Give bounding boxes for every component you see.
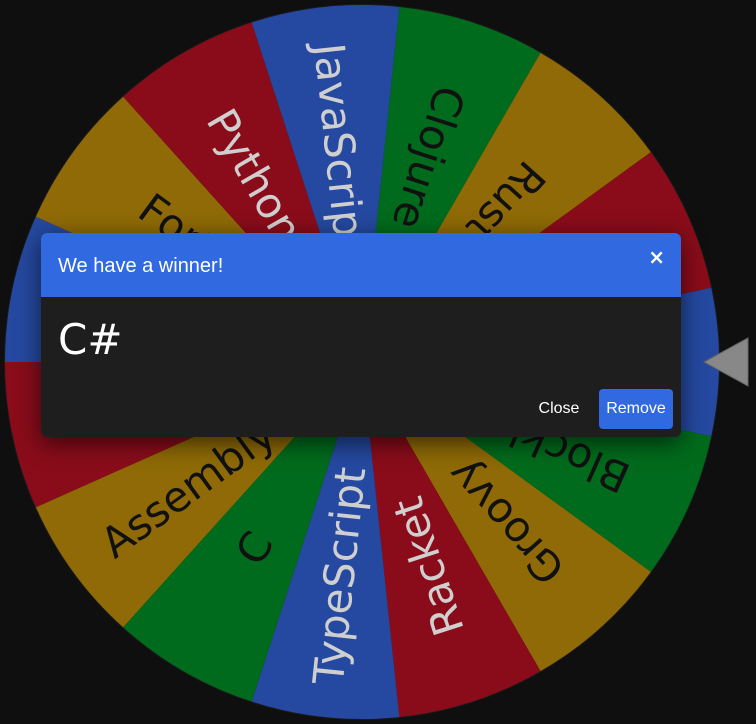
close-icon[interactable]: × <box>648 247 665 267</box>
remove-button[interactable]: Remove <box>599 389 673 429</box>
dialog-body: C# Close Remove <box>41 297 681 437</box>
dialog-title: We have a winner! <box>58 255 224 277</box>
close-button[interactable]: Close <box>527 389 591 429</box>
dialog-header: We have a winner! × <box>41 233 681 297</box>
winner-name: C# <box>58 315 123 364</box>
wheel-spinner-app: ClojureRustPHPC#BlocklyGroovyRacketTypeS… <box>0 0 756 724</box>
winner-dialog: We have a winner! × C# Close Remove <box>41 233 681 437</box>
